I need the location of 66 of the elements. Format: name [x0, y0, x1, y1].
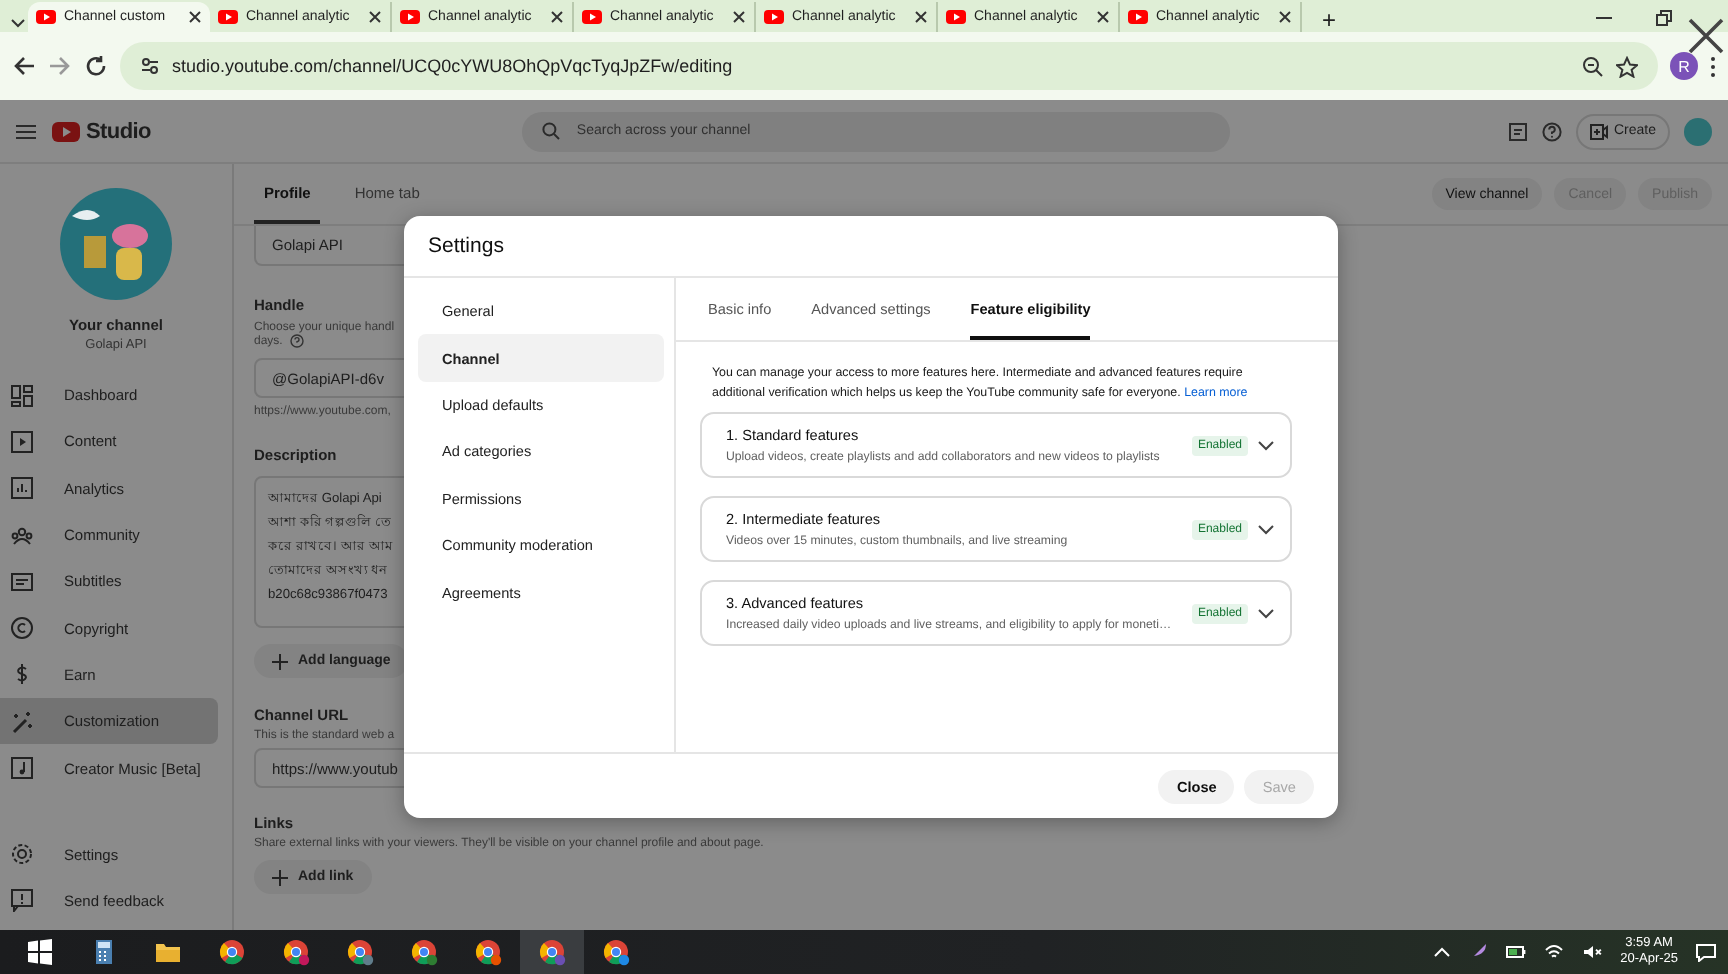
chevron-up-icon [1434, 946, 1451, 958]
search-icon [542, 122, 561, 140]
video-icon [10, 429, 34, 454]
wifi-icon [1544, 944, 1565, 960]
calculator-icon[interactable] [90, 938, 118, 966]
zoom-out-icon [1582, 55, 1604, 77]
close-icon [368, 10, 382, 24]
help-icon [1541, 121, 1562, 141]
browser-icon[interactable] [218, 938, 246, 966]
site-settings-icon [140, 56, 160, 76]
play-logo-icon [946, 8, 966, 26]
close-icon [1096, 10, 1110, 24]
play-logo-icon [764, 8, 784, 26]
more-icon [1710, 55, 1716, 77]
speaker-muted-icon [1582, 944, 1603, 960]
browser-icon[interactable] [602, 938, 630, 966]
browser-icon[interactable] [410, 938, 438, 966]
play-logo-icon [36, 8, 56, 26]
play-logo-icon [218, 8, 238, 26]
help-icon [290, 334, 305, 348]
subtitles-icon [10, 569, 34, 594]
back-icon [12, 54, 36, 78]
restore-icon [1656, 9, 1672, 25]
reload-icon [84, 54, 108, 78]
browser-icon[interactable] [474, 938, 502, 966]
star-icon [1616, 55, 1638, 77]
close-icon [732, 10, 746, 24]
forward-icon [48, 54, 72, 78]
close-icon [550, 10, 564, 24]
dialog-title: Settings [404, 216, 1338, 278]
feedback-icon [10, 888, 34, 913]
chevron-down-icon [1258, 607, 1274, 620]
channel-avatar [60, 188, 172, 300]
plus-icon [272, 869, 288, 885]
play-logo-icon [582, 8, 602, 26]
chevron-down-icon [1258, 523, 1274, 536]
feedback-icon [1507, 121, 1528, 141]
chevron-down-icon [1258, 439, 1274, 452]
dashboard-icon [10, 383, 34, 408]
new-tab-button[interactable]: + [1318, 8, 1341, 32]
profile-avatar[interactable]: R [1670, 52, 1698, 80]
chart-icon [10, 476, 34, 501]
windows-icon[interactable] [26, 938, 54, 966]
play-logo-icon [1128, 8, 1148, 26]
notification-icon [1696, 943, 1716, 961]
browser-icon[interactable] [282, 938, 310, 966]
close-icon [914, 10, 928, 24]
battery-icon [1506, 944, 1527, 960]
browser-icon[interactable] [538, 938, 566, 966]
video-plus-icon [1589, 123, 1608, 139]
gear-icon [10, 842, 34, 867]
magic-wand-icon [10, 709, 34, 734]
play-logo-icon [400, 8, 420, 26]
menu-icon [16, 123, 36, 139]
play-logo-icon [52, 120, 80, 142]
address-bar[interactable]: studio.youtube.com/channel/UCQ0cYWU8OhQpVqcTyqJpZFw/editing [120, 42, 1658, 90]
close-icon[interactable] [1686, 16, 1726, 56]
people-icon [10, 523, 34, 548]
music-note-icon [10, 756, 34, 781]
close-icon [1278, 10, 1292, 24]
folder-icon[interactable] [154, 938, 182, 966]
plus-icon [272, 653, 288, 669]
close-icon [188, 10, 202, 24]
browser-icon[interactable] [346, 938, 374, 966]
copyright-icon [10, 616, 34, 641]
studio-logo[interactable]: Studio [52, 119, 151, 143]
